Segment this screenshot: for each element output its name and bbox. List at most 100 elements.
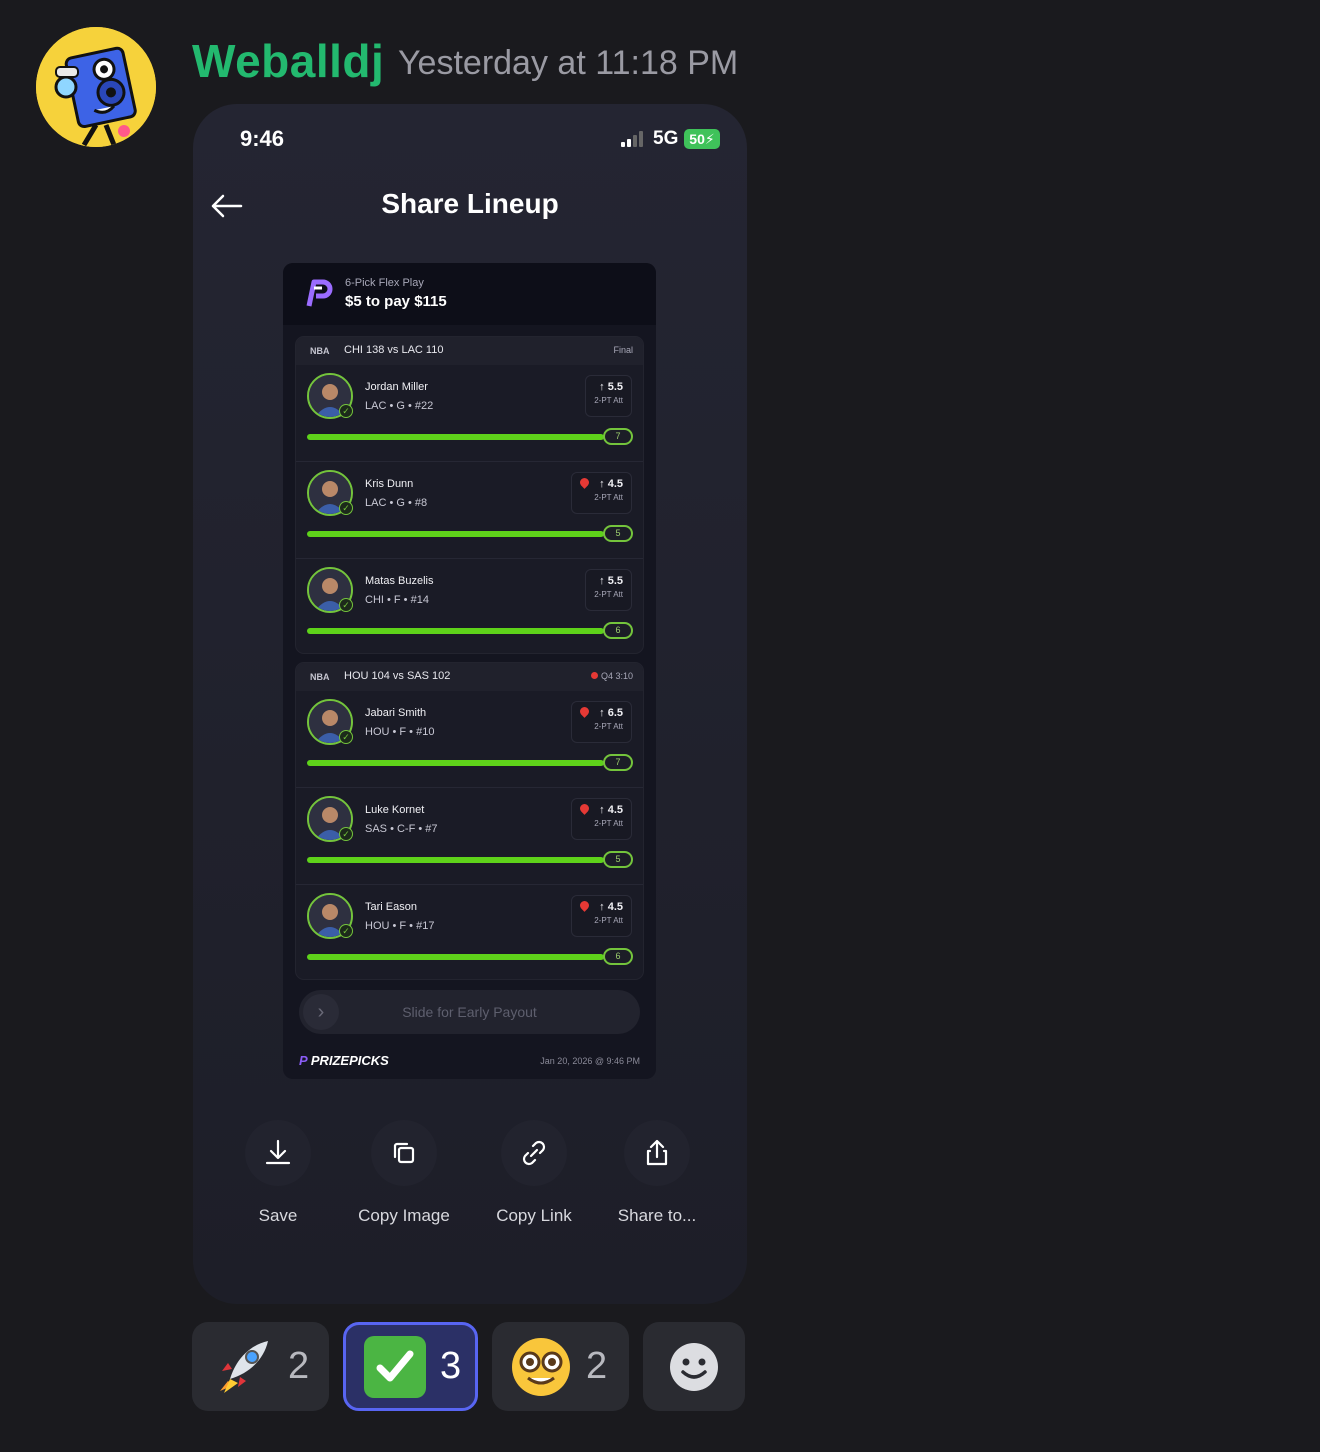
- stat-type: 2-PT Att: [594, 722, 623, 731]
- user-avatar[interactable]: [36, 27, 156, 147]
- check-icon: ✓: [339, 827, 353, 841]
- status-time: 9:46: [240, 126, 285, 151]
- prizepicks-logo-icon: [301, 278, 333, 310]
- copy-link-button[interactable]: Copy Link: [464, 1120, 604, 1226]
- pick-row: ✓ Jabari Smith HOU • F • #10 ↑ 6.5 2-PT …: [296, 691, 643, 788]
- reaction-count: 2: [288, 1345, 310, 1387]
- player-name: Tari Eason: [365, 901, 417, 913]
- progress-bar: [307, 954, 604, 960]
- actual-value: 5: [603, 525, 633, 542]
- check-icon: ✓: [339, 730, 353, 744]
- reaction-count: 2: [586, 1345, 608, 1387]
- projection-line: 5.5: [607, 381, 623, 393]
- fire-icon: [578, 476, 592, 489]
- game-status: Q4 3:10: [590, 671, 633, 681]
- action-label: Copy Link: [496, 1206, 572, 1225]
- brand-name: PRIZEPICKS: [310, 1053, 389, 1068]
- pick-row: ✓ Jordan Miller LAC • G • #22 ↑ 5.5 2-PT…: [296, 365, 643, 462]
- reaction-rocket[interactable]: 2: [192, 1322, 329, 1411]
- projection-box: ↑ 6.5 2-PT Att: [571, 701, 632, 743]
- actual-value: 6: [603, 622, 633, 639]
- projection-box: ↑ 4.5 2-PT Att: [571, 798, 632, 840]
- progress-bar: [307, 531, 604, 537]
- progress-bar: [307, 760, 604, 766]
- reaction-count: 3: [440, 1345, 462, 1387]
- stat-type: 2-PT Att: [594, 493, 623, 502]
- actual-value: 6: [603, 948, 633, 965]
- player-team: CHI • F • #14: [365, 594, 429, 606]
- projection-line: 6.5: [607, 707, 623, 719]
- player-name: Kris Dunn: [365, 478, 414, 490]
- smiley-icon: [668, 1341, 720, 1393]
- play-type: 6-Pick Flex Play: [345, 277, 424, 289]
- pick-row: ✓ Matas Buzelis CHI • F • #14 ↑ 5.5 2-PT…: [296, 559, 643, 653]
- add-reaction-button[interactable]: [643, 1322, 745, 1411]
- copy-image-button[interactable]: Copy Image: [334, 1120, 474, 1226]
- screen-title: Share Lineup: [381, 188, 559, 219]
- player-team: LAC • G • #22: [365, 400, 434, 412]
- nerd-face-icon: [510, 1336, 572, 1398]
- check-icon: ✓: [339, 924, 353, 938]
- player-name: Matas Buzelis: [365, 575, 434, 587]
- game-group: NBA HOU 104 vs SAS 102 Q4 3:10 ✓ Jabari …: [295, 662, 644, 980]
- arrow-up-icon: ↑: [599, 575, 605, 587]
- game-header: NBA CHI 138 vs LAC 110 Final: [296, 337, 643, 365]
- lineup-card: 6-Pick Flex Play $5 to pay $115 NBA CHI …: [283, 263, 656, 1079]
- actual-value: 7: [603, 754, 633, 771]
- pick-row: ✓ Kris Dunn LAC • G • #8 ↑ 4.5 2-PT Att …: [296, 462, 643, 559]
- arrow-up-icon: ↑: [599, 804, 605, 816]
- stat-type: 2-PT Att: [594, 590, 623, 599]
- game-header: NBA HOU 104 vs SAS 102 Q4 3:10: [296, 663, 643, 691]
- phone-screenshot[interactable]: 9:46 5G 50⚡ Share Lineup 6-Pick Flex Pla…: [193, 104, 747, 1304]
- player-name: Luke Kornet: [365, 804, 425, 816]
- arrow-up-icon: ↑: [599, 478, 605, 490]
- progress-bar: [307, 628, 604, 634]
- projection-box: ↑ 5.5 2-PT Att: [585, 375, 632, 417]
- league-label: NBA: [310, 346, 330, 356]
- message-timestamp: Yesterday at 11:18 PM: [398, 44, 739, 82]
- slider-label: Slide for Early Payout: [402, 1004, 537, 1020]
- actual-value: 5: [603, 851, 633, 868]
- white-check-mark-icon: [364, 1335, 426, 1398]
- reaction-white-check-mark[interactable]: 3: [343, 1322, 478, 1411]
- card-header: 6-Pick Flex Play $5 to pay $115: [283, 263, 656, 325]
- battery-icon: 50⚡: [684, 129, 720, 149]
- player-team: LAC • G • #8: [365, 497, 428, 509]
- game-status: Final: [613, 345, 633, 355]
- card-date: Jan 20, 2026 @ 9:46 PM: [540, 1056, 640, 1066]
- stat-type: 2-PT Att: [594, 916, 623, 925]
- save-button[interactable]: Save: [208, 1120, 348, 1226]
- check-icon: ✓: [339, 404, 353, 418]
- fire-icon: [578, 705, 592, 718]
- player-team: HOU • F • #10: [365, 726, 435, 738]
- network-type: 5G: [653, 128, 679, 149]
- player-team: SAS • C-F • #7: [365, 823, 438, 835]
- download-icon[interactable]: [245, 1120, 311, 1186]
- reaction-nerd-face[interactable]: 2: [492, 1322, 629, 1411]
- early-payout-slider[interactable]: › Slide for Early Payout: [299, 990, 640, 1034]
- projection-box: ↑ 4.5 2-PT Att: [571, 895, 632, 937]
- stat-type: 2-PT Att: [594, 819, 623, 828]
- brand-footer: P PRIZEPICKS: [299, 1053, 389, 1068]
- arrow-up-icon: ↑: [599, 381, 605, 393]
- reaction-bar: 2 3 2: [192, 1322, 745, 1411]
- game-score: CHI 138 vs LAC 110: [344, 344, 444, 356]
- check-icon: ✓: [339, 598, 353, 612]
- share-icon[interactable]: [624, 1120, 690, 1186]
- message-username[interactable]: Weballdj: [192, 34, 384, 88]
- arrow-up-icon: ↑: [599, 901, 605, 913]
- pick-row: ✓ Tari Eason HOU • F • #17 ↑ 4.5 2-PT At…: [296, 885, 643, 979]
- game-group: NBA CHI 138 vs LAC 110 Final ✓ Jordan Mi…: [295, 336, 644, 654]
- link-icon[interactable]: [501, 1120, 567, 1186]
- player-name: Jabari Smith: [365, 707, 427, 719]
- game-score: HOU 104 vs SAS 102: [344, 670, 451, 682]
- copy-icon[interactable]: [371, 1120, 437, 1186]
- projection-box: ↑ 5.5 2-PT Att: [585, 569, 632, 611]
- live-indicator-icon: [590, 672, 598, 679]
- rocket-icon: [210, 1335, 274, 1399]
- share-to-button[interactable]: Share to...: [587, 1120, 727, 1226]
- pick-row: ✓ Luke Kornet SAS • C-F • #7 ↑ 4.5 2-PT …: [296, 788, 643, 885]
- league-label: NBA: [310, 672, 330, 682]
- player-name: Jordan Miller: [365, 381, 428, 393]
- payout-text: $5 to pay $115: [345, 293, 447, 310]
